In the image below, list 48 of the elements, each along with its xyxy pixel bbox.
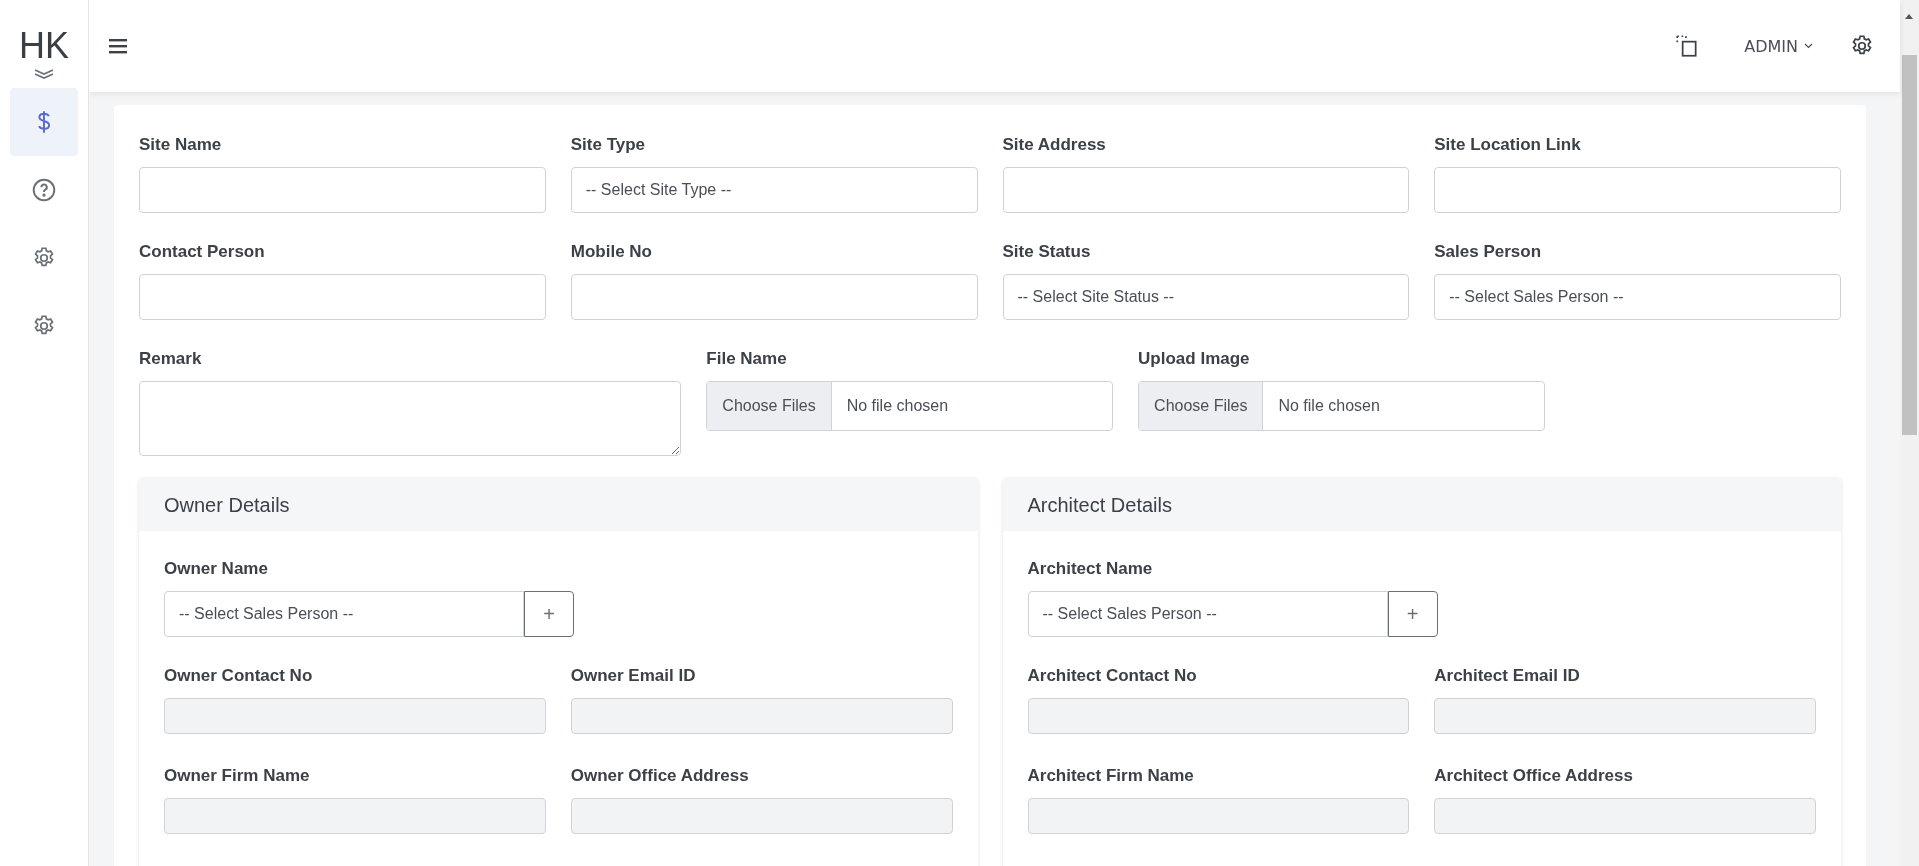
text-input[interactable]	[570, 274, 978, 320]
field-label: Architect Office Address	[1434, 766, 1634, 786]
remark-textarea[interactable]	[139, 381, 682, 456]
field-label: Sales Person	[1434, 242, 1543, 262]
field-label: Upload Image	[1138, 349, 1251, 369]
text-input[interactable]	[1002, 167, 1410, 213]
field-label: Owner Name	[164, 559, 269, 579]
text-input[interactable]	[139, 167, 546, 213]
field-label: Site Status	[1002, 242, 1092, 262]
field-label: Remark	[139, 349, 203, 369]
file-status: No file chosen	[845, 396, 950, 416]
field-label: Owner Firm Name	[164, 766, 311, 786]
field-label: Owner Email ID	[570, 666, 697, 686]
field-label: Mobile No	[570, 242, 653, 262]
panel-title: Owner Details	[164, 493, 290, 517]
field-label: Owner Contact No	[164, 666, 314, 686]
field-label: Site Type	[570, 135, 647, 155]
help-icon	[31, 177, 57, 203]
select-dropdown[interactable]: -- Select Sales Person --	[1434, 274, 1841, 320]
field-label: Site Location Link	[1434, 135, 1582, 155]
caret-icon	[1804, 43, 1813, 49]
user-menu[interactable]: ADMIN	[1738, 35, 1819, 57]
add-button[interactable]: +	[1387, 591, 1438, 637]
select-dropdown[interactable]: -- Select Sales Person --	[164, 591, 524, 637]
sidebar-item[interactable]	[10, 88, 78, 156]
scrollbar[interactable]	[1900, 0, 1919, 866]
field-label: Architect Email ID	[1434, 666, 1581, 686]
select-dropdown[interactable]: -- Select Sales Person --	[1027, 591, 1388, 637]
text-input[interactable]	[139, 274, 546, 320]
chevron-down-icon[interactable]	[33, 68, 55, 80]
choose-files-button[interactable]: Choose Files	[707, 382, 832, 430]
menu-icon[interactable]	[107, 37, 129, 55]
logo[interactable]: HK	[19, 28, 69, 64]
field-label: Contact Person	[139, 242, 266, 262]
field-label: Owner Office Address	[570, 766, 750, 786]
file-status: No file chosen	[1277, 396, 1381, 416]
select-dropdown[interactable]: -- Select Site Status --	[1002, 274, 1410, 320]
field-label: Site Name	[139, 135, 223, 155]
text-input[interactable]	[1434, 167, 1841, 213]
panel-title: Architect Details	[1027, 493, 1172, 517]
field-label: Architect Firm Name	[1027, 766, 1195, 786]
select-dropdown[interactable]: -- Select Site Type --	[570, 167, 978, 213]
field-label: Architect Name	[1027, 559, 1154, 579]
field-label: File Name	[706, 349, 788, 369]
field-label: Site Address	[1002, 135, 1107, 155]
add-button[interactable]: +	[524, 591, 574, 637]
choose-files-button[interactable]: Choose Files	[1139, 382, 1264, 430]
field-label: Architect Contact No	[1027, 666, 1198, 686]
